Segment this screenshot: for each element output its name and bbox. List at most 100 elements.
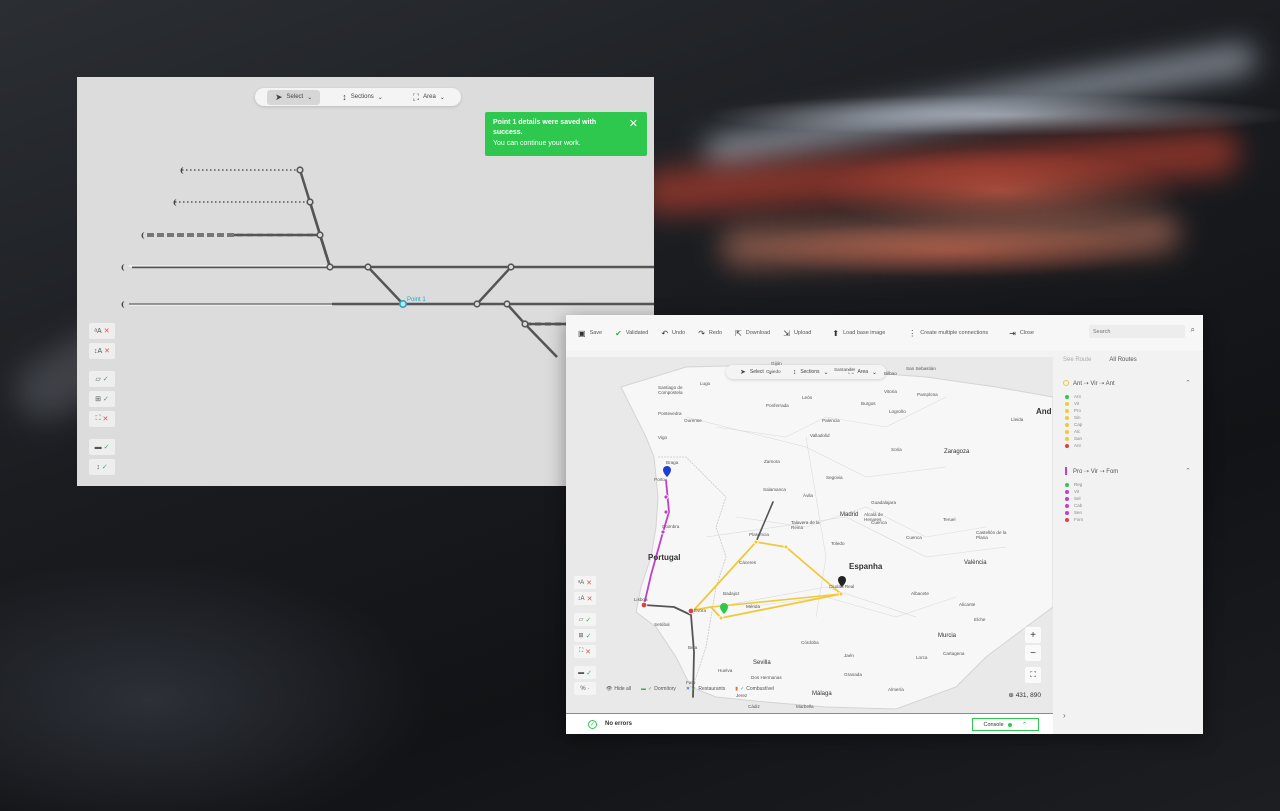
fuel-toggle[interactable]: ▮ ✓ Combustível [735, 686, 774, 692]
tab-all-routes[interactable]: All Routes [1109, 357, 1136, 363]
route-header[interactable]: Pro ⇢ Vir ⇢ Fom ⌃ [1063, 465, 1203, 477]
save-button[interactable]: ▣ Save [578, 329, 602, 338]
city-label: Mérida [746, 604, 761, 609]
track-crossover-2 [476, 266, 512, 305]
grid-icon: ⊞ [95, 396, 101, 403]
route-stop-item[interactable]: Cab [1063, 502, 1203, 509]
text-height-icon: ↕A [93, 347, 103, 355]
chevron-double-up-icon: ⌃ [1021, 721, 1028, 729]
route-stop-item[interactable]: Pro [1063, 407, 1203, 414]
country-label-andorra: And [1036, 407, 1052, 416]
route-stop-item[interactable]: Vir [1063, 400, 1203, 407]
text-label-toggle[interactable]: ᵃA ✕ [89, 323, 115, 339]
check-icon: ✓ [585, 616, 592, 624]
city-label: Salamanca [763, 487, 786, 492]
tab-see-route[interactable]: See Route [1063, 357, 1091, 363]
grid-toggle[interactable]: ⊞ ✓ [89, 391, 115, 407]
track-node [503, 300, 511, 308]
bounds-toggle[interactable]: ⛶ ✕ [574, 645, 596, 658]
route-stop-item[interactable]: Cap [1063, 421, 1203, 428]
cursor-icon: ➤ [740, 368, 746, 376]
percent-toggle[interactable]: % · [574, 682, 596, 695]
city-label: Ávila [803, 493, 813, 498]
city-label: San Sebastián [906, 366, 936, 371]
dormitory-toggle[interactable]: ▬ ✓ Dormitory [641, 686, 676, 692]
map-toggle[interactable]: ▱ ✓ [574, 613, 596, 626]
cross-icon: ✕ [102, 416, 109, 423]
bounds-toggle[interactable]: ⛶ ✕ [89, 411, 115, 427]
vertical-toggle[interactable]: ↕ ✓ [89, 459, 115, 475]
back-side-tools: ᵃA ✕ ↕A ✕ ▱ ✓ ⊞ ✓ ⛶ ✕ ▬ ✓ ↕ ✓ [89, 323, 115, 475]
undo-button[interactable]: ↶ Undo [661, 329, 685, 338]
track-node [521, 320, 529, 328]
track-icon: ▬ [94, 443, 102, 451]
cross-icon: ✕ [103, 328, 110, 335]
map-mode-sections[interactable]: ↕ Sections ⌄ [785, 366, 837, 379]
search-input[interactable] [1089, 325, 1185, 338]
route-stop-item[interactable]: San [1063, 435, 1203, 442]
stop-dot-icon [1065, 429, 1069, 434]
route-card-magenta[interactable]: Pro ⇢ Vir ⇢ Fom ⌃ Reg Vir Sel Cab Sen Fo… [1053, 465, 1203, 523]
status-bar: ✓ No errors Console ⌃ [566, 713, 1053, 734]
upload-button[interactable]: ⇲ Upload [783, 329, 811, 338]
route-stop-item[interactable]: Reg [1063, 481, 1203, 488]
map-toggle[interactable]: ▱ ✓ [89, 371, 115, 387]
route-stop-item[interactable]: Fom [1063, 516, 1203, 523]
text-height-toggle[interactable]: ↕A ✕ [89, 343, 115, 359]
grid-toggle[interactable]: ⊞ ✓ [574, 629, 596, 642]
check-icon: ✓ [585, 632, 592, 640]
city-label: Palencia [822, 418, 840, 423]
hide-all-toggle[interactable]: 👁 Hide all [606, 686, 631, 692]
track-end-cap [141, 232, 145, 239]
track-node [326, 263, 334, 271]
route-stop [718, 615, 724, 621]
zoom-in-button[interactable]: + [1025, 627, 1041, 643]
close-button[interactable]: ⇥ Close [1009, 329, 1034, 338]
redo-button[interactable]: ↷ Redo [698, 329, 722, 338]
city-label: Gijón [771, 361, 782, 366]
search-icon[interactable]: ⌕ [1191, 325, 1195, 335]
track-node [364, 263, 372, 271]
city-label: Logroño [889, 409, 906, 414]
map-view[interactable]: ➤ Select ⌄ ↕ Sections ⌄ ⛶ Area ⌄ Portugal Espa… [566, 357, 1053, 713]
track-toggle[interactable]: ▬ ✓ [574, 666, 596, 679]
track-toggle[interactable]: ▬ ✓ [89, 439, 115, 455]
grid-icon: ⊞ [578, 633, 584, 639]
create-multiple-connections-button[interactable]: ⋮ Create multiple connections [908, 329, 988, 338]
route-card-yellow[interactable]: Ant ⇢ Vir ⇢ Ant ⌃ Ant Vir Pro Sin Cap Al… [1053, 377, 1203, 449]
double-check-icon: ✔ [615, 328, 622, 338]
route-stop-item[interactable]: Sin [1063, 414, 1203, 421]
track-end-cap [121, 264, 125, 271]
text-label-toggle[interactable]: ᵃA ✕ [574, 576, 596, 589]
city-label: Cáceres [739, 560, 757, 565]
console-button[interactable]: Console ⌃ [972, 718, 1039, 731]
upload-icon: ⇲ [783, 328, 790, 338]
route-stop-item[interactable]: Alc [1063, 428, 1203, 435]
download-button[interactable]: ⇱ Download [735, 329, 770, 338]
route-stop-item[interactable]: Sen [1063, 509, 1203, 516]
zoom-out-button[interactable]: − [1025, 645, 1041, 661]
city-label: Huelva [718, 668, 733, 673]
city-label: Faro [686, 680, 696, 685]
route-stop-item[interactable]: Ant [1063, 442, 1203, 449]
track-node [316, 231, 324, 239]
route-header[interactable]: Ant ⇢ Vir ⇢ Ant ⌃ [1063, 377, 1203, 389]
validated-button[interactable]: ✔ Validated [615, 329, 648, 338]
fullscreen-button[interactable]: ⛶ [1025, 667, 1041, 683]
route-stop-item[interactable]: Ant [1063, 393, 1203, 400]
restaurants-toggle[interactable]: ✕ ✓ Restaurants [686, 686, 725, 692]
save-icon: ▣ [578, 328, 586, 338]
country-label-portugal: Portugal [648, 553, 681, 562]
route-stop-item[interactable]: Sel [1063, 495, 1203, 502]
route-stop [663, 494, 669, 500]
city-label: Alicante [959, 602, 976, 607]
pin-icon [1065, 443, 1069, 448]
poi-legend: 👁 Hide all ▬ ✓ Dormitory ✕ ✓ Restaurants ▮ ✓ Co… [606, 686, 774, 692]
chevron-right-icon[interactable]: › [1063, 711, 1066, 720]
text-height-icon: ↕A [577, 595, 585, 602]
eye-icon: 👁 [606, 686, 613, 692]
load-base-image-button[interactable]: ⬆ Load base image [832, 329, 885, 338]
cross-icon: ✕ [586, 579, 593, 587]
route-stop-item[interactable]: Vir [1063, 488, 1203, 495]
text-height-toggle[interactable]: ↕A ✕ [574, 592, 596, 605]
